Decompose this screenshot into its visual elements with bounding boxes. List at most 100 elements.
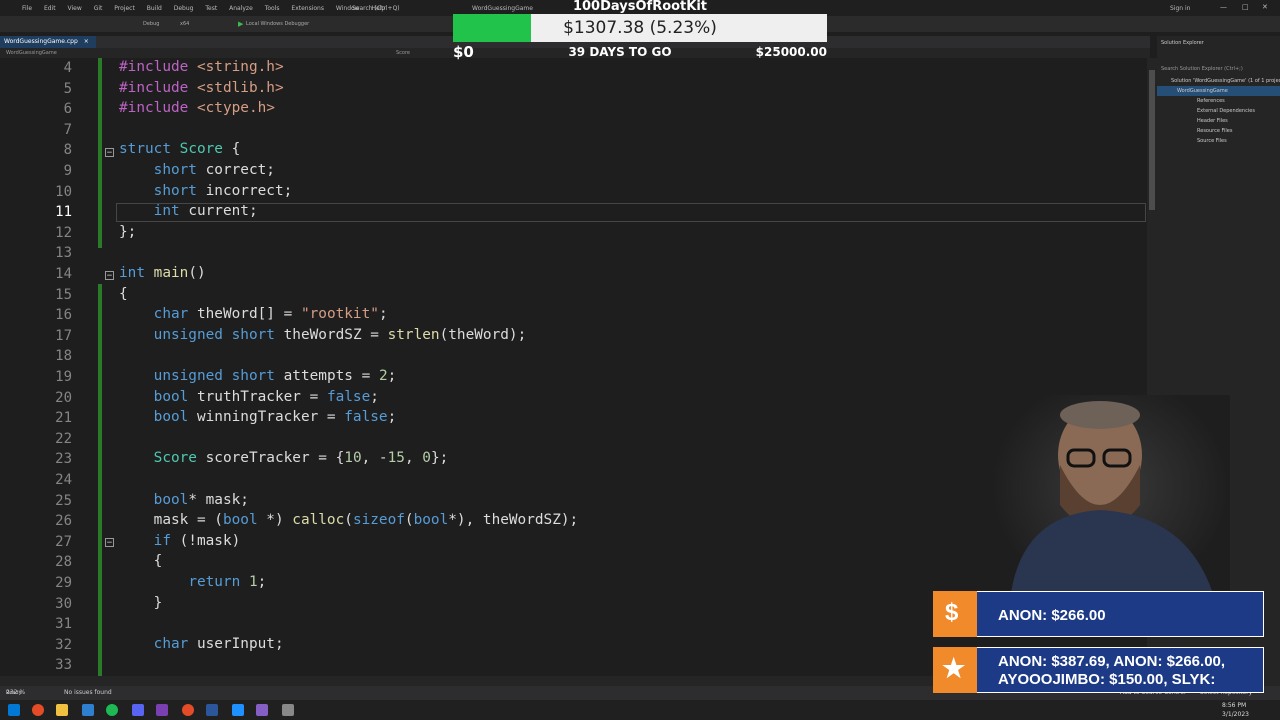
code-line[interactable]: {	[119, 553, 163, 569]
line-number: 33	[55, 657, 72, 673]
tree-item-solution[interactable]: Solution 'WordGuessingGame' (1 of 1 proj…	[1157, 76, 1280, 86]
code-line[interactable]: #include <ctype.h>	[119, 100, 275, 116]
line-number: 27	[55, 534, 72, 550]
code-line[interactable]: bool* mask;	[119, 492, 249, 508]
line-number: 21	[55, 410, 72, 426]
solution-search[interactable]: Search Solution Explorer (Ctrl+;)	[1157, 64, 1280, 74]
scope-dropdown[interactable]: Score	[396, 50, 410, 56]
goal-amount: $1307.38 (5.23%)	[563, 18, 717, 38]
code-line[interactable]: struct Score {	[119, 141, 240, 157]
code-line[interactable]: unsigned short theWordSZ = strlen(theWor…	[119, 327, 527, 343]
scrollbar-thumb[interactable]	[1149, 70, 1155, 210]
discord-icon[interactable]	[132, 704, 144, 716]
fold-toggle-icon[interactable]: −	[105, 148, 114, 158]
code-line[interactable]: bool truthTracker = false;	[119, 389, 379, 405]
line-number: 6	[63, 101, 72, 117]
tree-item-resource-files[interactable]: Resource Files	[1157, 126, 1280, 136]
line-number: 9	[63, 163, 72, 179]
platform-dropdown[interactable]: x64	[180, 21, 189, 27]
code-line[interactable]: unsigned short attempts = 2;	[119, 368, 397, 384]
line-number: 17	[55, 328, 72, 344]
chrome-icon[interactable]	[32, 704, 44, 716]
goal-days: 39 DAYS TO GO	[568, 45, 672, 59]
debugger-button[interactable]: Local Windows Debugger	[246, 21, 309, 27]
menu-test[interactable]: Test	[205, 5, 217, 12]
tree-item-references[interactable]: References	[1157, 96, 1280, 106]
menu-project[interactable]: Project	[114, 5, 135, 12]
tab-wordguessinggame-cpp[interactable]: WordGuessingGame.cpp ×	[0, 36, 96, 48]
code-editor[interactable]: − − − 4 #include <string.h> 5 #include <std…	[0, 58, 1150, 676]
settings-icon[interactable]	[282, 704, 294, 716]
clock-date[interactable]: 3/1/2023	[1222, 711, 1249, 718]
code-line[interactable]: };	[119, 224, 136, 240]
code-line[interactable]: if (!mask)	[119, 533, 241, 549]
close-icon[interactable]: ✕	[1262, 3, 1268, 11]
code-line[interactable]: short incorrect;	[119, 183, 293, 199]
code-line[interactable]: bool winningTracker = false;	[119, 409, 397, 425]
play-icon[interactable]: ▶	[238, 20, 243, 28]
line-number: 26	[55, 513, 72, 529]
terminal-icon[interactable]	[206, 704, 218, 716]
code-line[interactable]: #include <stdlib.h>	[119, 80, 284, 96]
start-icon[interactable]	[8, 704, 20, 716]
browser-icon[interactable]	[182, 704, 194, 716]
search-box[interactable]: Search (Ctrl+Q)	[352, 5, 400, 12]
panel-title: Solution Explorer	[1161, 40, 1204, 46]
line-number: 18	[55, 348, 72, 364]
line-number: 5	[63, 81, 72, 97]
tree-item-external-dependencies[interactable]: External Dependencies	[1157, 106, 1280, 116]
line-number: 23	[55, 451, 72, 467]
menu-build[interactable]: Build	[147, 5, 162, 12]
line-number: 15	[55, 287, 72, 303]
status-issues[interactable]: No issues found	[64, 686, 112, 700]
code-line[interactable]: }	[119, 595, 163, 611]
change-marker	[98, 58, 102, 248]
menu-git[interactable]: Git	[94, 5, 103, 12]
minimize-icon[interactable]: —	[1220, 3, 1227, 11]
line-number: 16	[55, 307, 72, 323]
code-line[interactable]: char theWord[] = "rootkit";	[119, 306, 388, 322]
code-line[interactable]: mask = (bool *) calloc(sizeof(bool*), th…	[119, 512, 579, 528]
code-line[interactable]: {	[119, 286, 128, 302]
code-line[interactable]: char userInput;	[119, 636, 284, 652]
menu-tools[interactable]: Tools	[265, 5, 280, 12]
menu-analyze[interactable]: Analyze	[229, 5, 253, 12]
code-line[interactable]: short correct;	[119, 162, 275, 178]
tree-item-source-files[interactable]: Source Files	[1157, 136, 1280, 146]
ticker-line-1: ANON: $387.69, ANON: $266.00,	[998, 653, 1226, 670]
folder-icon[interactable]	[56, 704, 68, 716]
menu-edit[interactable]: Edit	[44, 5, 56, 12]
menu-view[interactable]: View	[68, 5, 82, 12]
app-icon[interactable]	[232, 704, 244, 716]
menu-debug[interactable]: Debug	[174, 5, 194, 12]
tree-item-project[interactable]: WordGuessingGame	[1157, 86, 1280, 96]
webcam-feed	[990, 395, 1230, 600]
line-number: 19	[55, 369, 72, 385]
code-line[interactable]: int current;	[119, 203, 258, 219]
line-number: 10	[55, 184, 72, 200]
project-dropdown[interactable]: WordGuessingGame	[6, 50, 57, 56]
tab-close-icon[interactable]: ×	[84, 38, 89, 45]
spotify-icon[interactable]	[106, 704, 118, 716]
clock-time[interactable]: 8:56 PM	[1222, 702, 1246, 709]
tree-item-header-files[interactable]: Header Files	[1157, 116, 1280, 126]
dollar-icon: $	[933, 591, 977, 637]
signin-link[interactable]: Sign in	[1170, 5, 1190, 12]
code-line[interactable]: return 1;	[119, 574, 266, 590]
menu-file[interactable]: File	[22, 5, 32, 12]
maximize-icon[interactable]: □	[1242, 3, 1249, 11]
menu-extensions[interactable]: Extensions	[291, 5, 324, 12]
vscode-icon[interactable]	[82, 704, 94, 716]
obs-icon[interactable]	[156, 704, 168, 716]
fold-toggle-icon[interactable]: −	[105, 538, 114, 548]
line-number: 22	[55, 431, 72, 447]
config-dropdown[interactable]: Debug	[143, 21, 159, 27]
menu-bar: File Edit View Git Project Build Debug T…	[22, 5, 395, 12]
line-number: 29	[55, 575, 72, 591]
code-line[interactable]: #include <string.h>	[119, 59, 284, 75]
fold-toggle-icon[interactable]: −	[105, 271, 114, 281]
code-line[interactable]: int main()	[119, 265, 206, 281]
visual-studio-icon[interactable]	[256, 704, 268, 716]
code-line[interactable]: Score scoreTracker = {10, -15, 0};	[119, 450, 449, 466]
line-number: 32	[55, 637, 72, 653]
